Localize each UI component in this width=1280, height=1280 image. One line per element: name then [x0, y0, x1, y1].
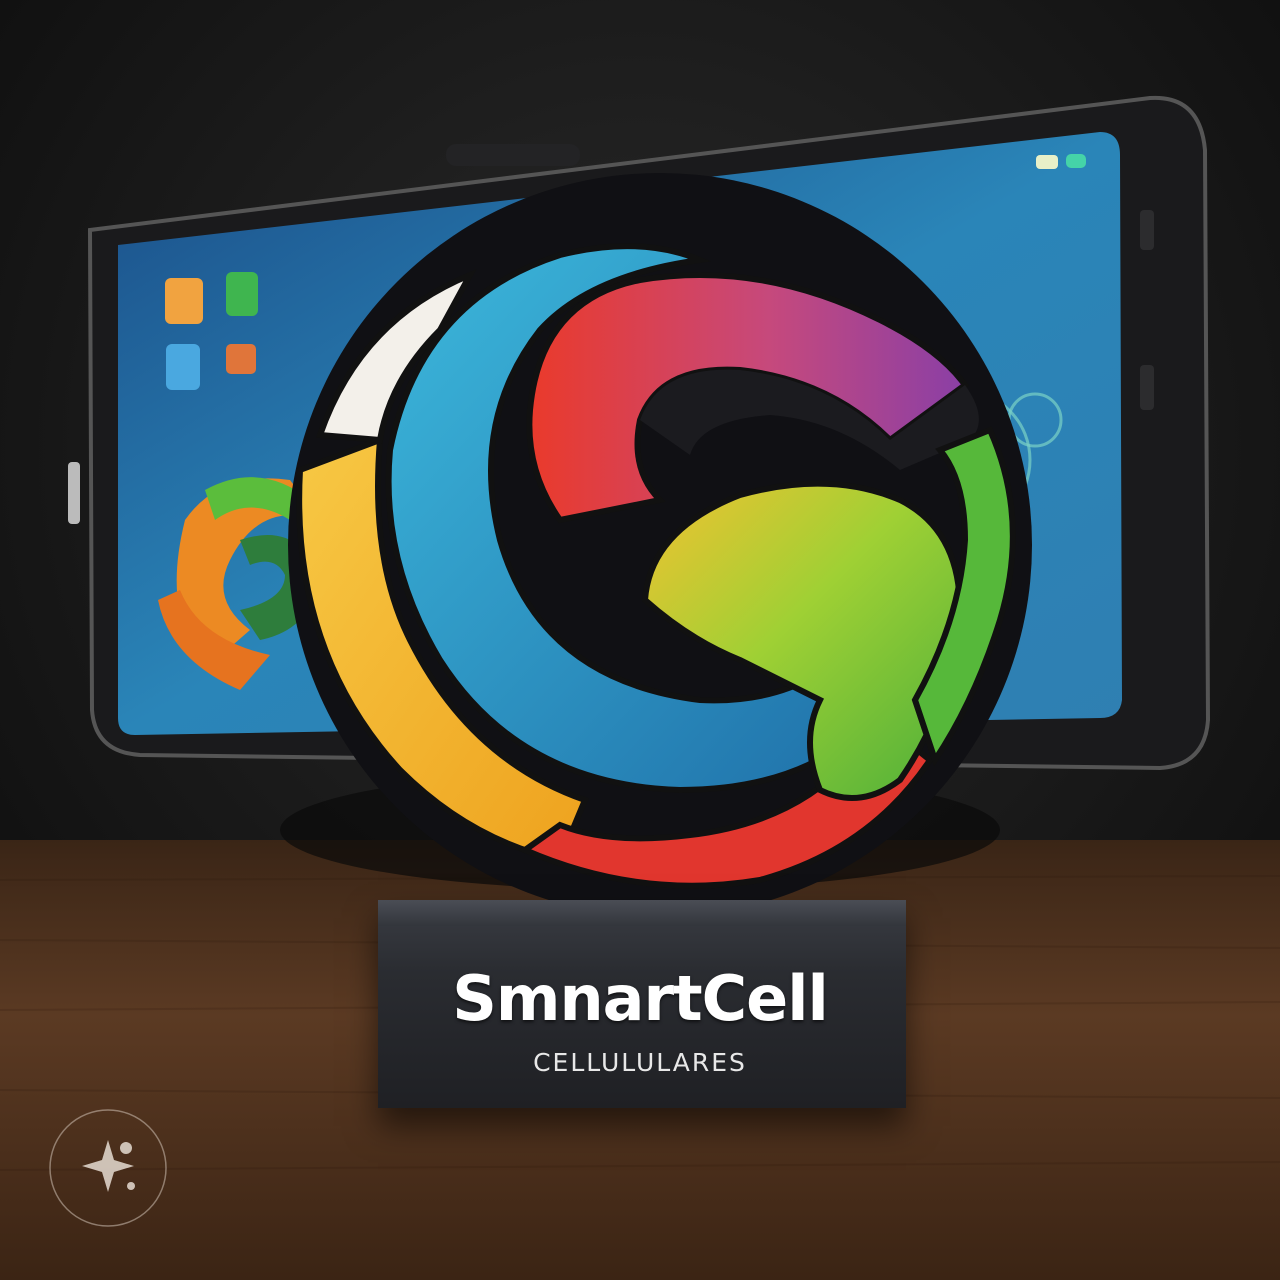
app-icon-green — [226, 272, 258, 316]
app-icon-blue — [166, 344, 200, 390]
brand-subtitle: CELLULULARES — [533, 1048, 747, 1077]
side-button — [68, 462, 80, 524]
battery-icon — [1066, 154, 1086, 168]
camera-notch — [446, 144, 580, 166]
app-icon-red — [226, 344, 256, 374]
brand-name: SmnartCell — [452, 962, 829, 1035]
app-icon-orange — [165, 278, 203, 324]
smartcell-logo-emblem — [288, 173, 1032, 917]
volume-button — [1140, 210, 1154, 250]
status-icon — [1036, 155, 1058, 169]
power-button — [1140, 365, 1154, 410]
